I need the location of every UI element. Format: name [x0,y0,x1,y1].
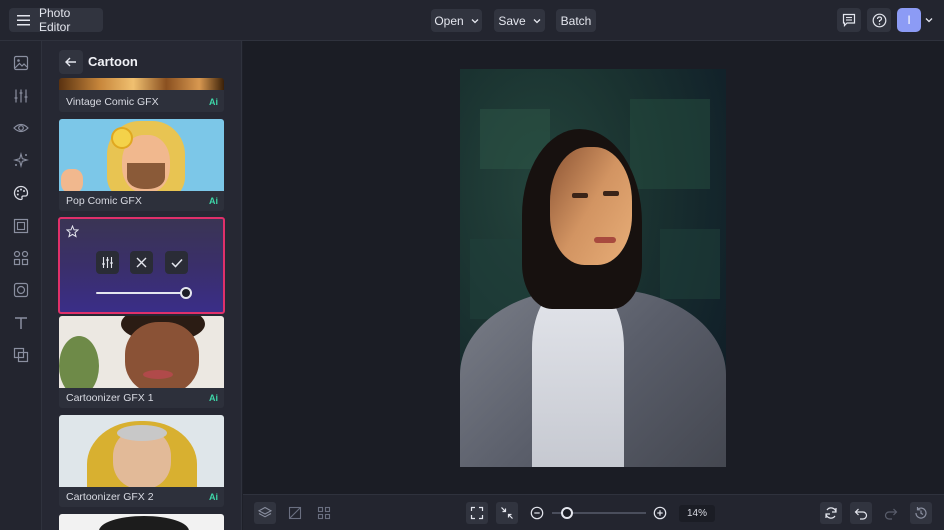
effect-settings-button[interactable] [96,251,119,274]
sliders-icon [101,256,114,269]
slider-track [96,292,186,294]
effect-card-cartoonizer-2[interactable]: Cartoonizer GFX 2 Ai [59,415,224,507]
actual-size-button[interactable] [496,502,518,524]
cartoonizer-2-thumbnail [59,415,224,487]
eye-icon[interactable] [11,118,31,138]
cartoonizer-1-thumbnail [59,316,224,388]
ai-badge: Ai [209,97,218,107]
zoom-level-display: 14% [679,505,715,522]
refresh-button[interactable] [820,502,842,524]
app-title: Photo Editor [39,6,71,34]
adjustments-icon[interactable] [11,86,31,106]
batch-label: Batch [560,13,592,28]
history-icon [914,506,928,520]
redo-icon [884,506,898,520]
active-effect-card [58,217,225,314]
undo-icon [854,506,868,520]
compare-icon [288,506,302,520]
chevron-down-icon [471,18,479,24]
layers-button[interactable] [254,502,276,524]
text-icon[interactable] [11,313,31,333]
ai-badge: Ai [209,393,218,403]
save-menu-button[interactable]: Save [494,9,545,32]
panel-title: Cartoon [88,54,138,69]
grid-icon [317,506,331,520]
frame-icon[interactable] [11,216,31,236]
vintage-comic-thumbnail [59,78,224,90]
effect-card-label: Pop Comic GFX [66,195,142,207]
history-button[interactable] [910,502,932,524]
effect-card-label: Vintage Comic GFX [66,96,159,108]
batch-button[interactable]: Batch [556,9,596,32]
chevron-down-icon[interactable] [925,17,933,23]
user-avatar-button[interactable]: I [897,8,921,32]
effect-card-cartoonizer-1[interactable]: Cartoonizer GFX 1 Ai [59,316,224,408]
layers-graphic-icon[interactable] [11,345,31,365]
fit-screen-button[interactable] [466,502,488,524]
effect-card-label: Cartoonizer GFX 1 [66,392,154,404]
photo-canvas[interactable] [460,69,726,467]
grid-icon[interactable] [11,248,31,268]
palette-icon[interactable] [11,183,31,203]
intensity-slider[interactable] [96,287,192,299]
sparkle-icon[interactable] [11,150,31,170]
canvas-area[interactable] [243,41,944,494]
compare-button[interactable] [284,502,306,524]
effect-card-pop-comic[interactable]: Pop Comic GFX Ai [59,119,224,211]
zoom-out-button[interactable] [526,502,548,524]
slider-knob[interactable] [180,287,192,299]
help-button[interactable] [867,8,891,32]
grid-view-button[interactable] [313,502,335,524]
zoom-in-button[interactable] [649,502,671,524]
comment-icon [842,13,856,27]
overlay-icon[interactable] [11,280,31,300]
tool-rail [0,41,42,530]
ai-badge: Ai [209,196,218,206]
expand-icon [470,506,484,520]
pop-comic-thumbnail [59,119,224,191]
hamburger-icon [17,14,31,26]
back-button[interactable] [59,50,83,74]
avatar-initial: I [907,13,911,27]
undo-button[interactable] [850,502,872,524]
arrow-left-icon [65,57,77,67]
shrink-icon [500,506,514,520]
zoom-slider[interactable] [552,507,646,519]
star-icon[interactable] [66,225,79,238]
zoom-out-icon [530,506,544,520]
effect-card-vintage-comic[interactable]: Vintage Comic GFX Ai [59,78,224,112]
feedback-button[interactable] [837,8,861,32]
image-icon[interactable] [11,53,31,73]
open-menu-button[interactable]: Open [431,9,482,32]
app-menu-button[interactable]: Photo Editor [9,6,103,34]
ai-badge: Ai [209,492,218,502]
effect-card-next[interactable] [59,514,224,530]
open-label: Open [434,13,464,28]
cancel-effect-button[interactable] [130,251,153,274]
top-bar: Photo Editor Open Save Batch I [0,0,944,41]
bottom-toolbar: 14% [243,494,944,530]
apply-effect-button[interactable] [165,251,188,274]
save-label: Save [498,13,526,28]
zoom-slider-knob[interactable] [561,507,574,519]
close-icon [136,257,147,268]
chevron-down-icon [533,18,541,24]
zoom-level-label: 14% [686,508,707,519]
help-icon [872,13,887,28]
effect-card-label: Cartoonizer GFX 2 [66,491,154,503]
effects-panel: Cartoon Vintage Comic GFX Ai Pop Comic G… [42,41,242,530]
zoom-in-icon [653,506,667,520]
redo-button[interactable] [880,502,902,524]
layers-icon [258,506,272,520]
check-icon [170,258,183,268]
refresh-icon [824,506,838,520]
